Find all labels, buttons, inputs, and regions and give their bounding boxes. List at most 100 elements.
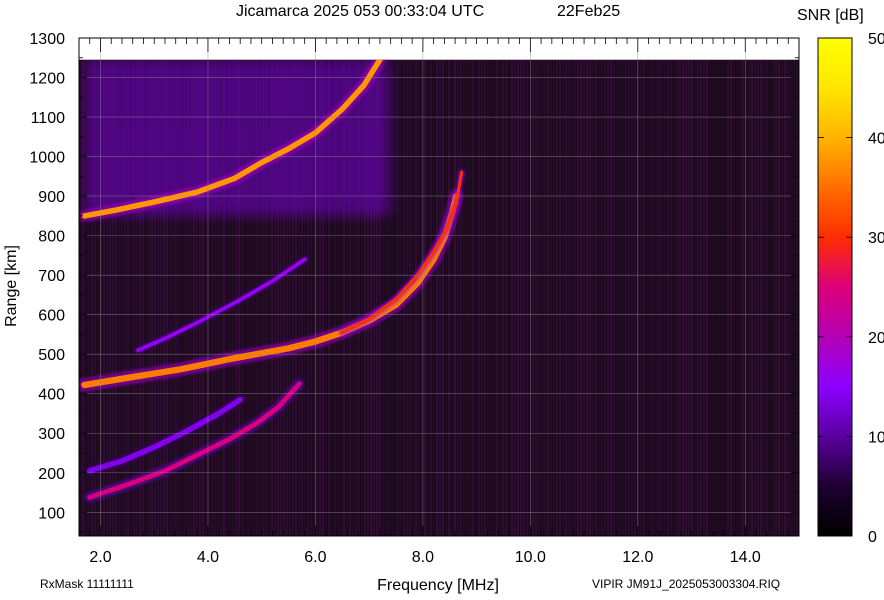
colorbar-gradient — [817, 37, 853, 537]
noise-stripe — [610, 59, 612, 536]
noise-stripe — [472, 59, 474, 536]
noise-stripe — [496, 59, 498, 536]
noise-stripe — [631, 59, 633, 536]
noise-stripe — [613, 59, 615, 536]
noise-stripe — [763, 59, 765, 536]
noise-stripe — [736, 59, 738, 536]
colorbar-tick-label: 10 — [868, 429, 884, 446]
noise-stripe — [598, 59, 600, 536]
noise-stripe — [427, 59, 429, 536]
noise-stripe — [553, 59, 555, 536]
noise-stripe — [718, 59, 720, 536]
x-tick-label: 4.0 — [197, 549, 219, 566]
noise-stripe — [565, 59, 567, 536]
noise-stripe — [577, 59, 579, 536]
noise-stripe — [715, 59, 717, 536]
noise-stripe — [796, 59, 798, 536]
ionogram-figure: Jicamarca 2025 053 00:33:04 UTC 22Feb25 … — [0, 0, 884, 595]
plot-area: 2.0 4.0 6.0 8.0 10.0 12.0 14.0 100 200 300 400 500 6… — [29, 31, 800, 566]
noise-stripe — [712, 59, 714, 536]
noise-stripe — [451, 59, 453, 536]
noise-stripe — [568, 59, 570, 536]
noise-stripe — [787, 59, 789, 536]
noise-stripe — [679, 59, 681, 536]
noise-stripe — [742, 59, 744, 536]
noise-stripe — [574, 59, 576, 536]
noise-stripe — [436, 59, 438, 536]
noise-stripe — [724, 59, 726, 536]
noise-stripe — [430, 59, 432, 536]
noise-stripe — [517, 59, 519, 536]
noise-stripe — [487, 59, 489, 536]
noise-stripe — [481, 59, 483, 536]
noise-stripe — [751, 59, 753, 536]
noise-stripe — [766, 59, 768, 536]
noise-stripe — [499, 59, 501, 536]
noise-stripe — [514, 59, 516, 536]
noise-stripe — [769, 59, 771, 536]
noise-stripe — [547, 59, 549, 536]
noise-stripe — [478, 59, 480, 536]
footer-file-text: VIPIR JM91J_2025053003304.RIQ — [592, 577, 780, 591]
noise-stripe — [649, 59, 651, 536]
noise-stripe — [502, 59, 504, 536]
noise-stripe — [778, 59, 780, 536]
noise-stripe — [535, 59, 537, 536]
x-tick-label: 6.0 — [304, 549, 326, 566]
noise-stripe — [505, 59, 507, 536]
noise-stripe — [781, 59, 783, 536]
noise-stripe — [532, 59, 534, 536]
noise-stripe — [490, 59, 492, 536]
noise-stripe — [634, 59, 636, 536]
noise-stripe — [691, 59, 693, 536]
noise-stripe — [652, 59, 654, 536]
noise-stripe — [454, 59, 456, 536]
noise-stripe — [538, 59, 540, 536]
noise-stripe — [793, 59, 795, 536]
noise-stripe — [526, 59, 528, 536]
y-tick-label: 600 — [38, 308, 65, 325]
noise-stripe — [586, 59, 588, 536]
footer-rxmask-text: RxMask 11111111 — [40, 577, 134, 591]
colorbar-label: SNR [dB] — [797, 7, 864, 24]
noise-stripe — [415, 59, 417, 536]
y-tick-label: 300 — [38, 426, 65, 443]
noise-stripe — [463, 59, 465, 536]
noise-stripe — [703, 59, 705, 536]
noise-stripe — [556, 59, 558, 536]
noise-stripe — [493, 59, 495, 536]
noise-stripe — [595, 59, 597, 536]
noise-stripe — [562, 59, 564, 536]
noise-stripe — [697, 59, 699, 536]
noise-stripe — [646, 59, 648, 536]
noise-stripe — [622, 59, 624, 536]
noise-stripe — [775, 59, 777, 536]
noise-stripe — [706, 59, 708, 536]
noise-stripe — [541, 59, 543, 536]
noise-stripe — [643, 59, 645, 536]
noise-stripe — [754, 59, 756, 536]
noise-stripe — [583, 59, 585, 536]
noise-stripe — [730, 59, 732, 536]
noise-stripe — [625, 59, 627, 536]
noise-stripe — [661, 59, 663, 536]
noise-stripe — [433, 59, 435, 536]
y-axis-label: Range [km] — [3, 245, 20, 327]
noise-stripe — [739, 59, 741, 536]
noise-stripe — [571, 59, 573, 536]
noise-stripe — [439, 59, 441, 536]
y-tick-label: 900 — [38, 189, 65, 206]
colorbar: 0 10 20 30 40 50 — [817, 31, 884, 546]
noise-stripe — [784, 59, 786, 536]
y-tick-label: 1100 — [31, 110, 66, 127]
noise-stripe — [667, 59, 669, 536]
noise-stripe — [670, 59, 672, 536]
noise-stripe — [688, 59, 690, 536]
noise-stripe — [466, 59, 468, 536]
noise-stripe — [484, 59, 486, 536]
noise-stripe — [607, 59, 609, 536]
noise-stripe — [520, 59, 522, 536]
x-tick-label: 12.0 — [622, 549, 653, 566]
noise-stripe — [589, 59, 591, 536]
noise-stripe — [748, 59, 750, 536]
